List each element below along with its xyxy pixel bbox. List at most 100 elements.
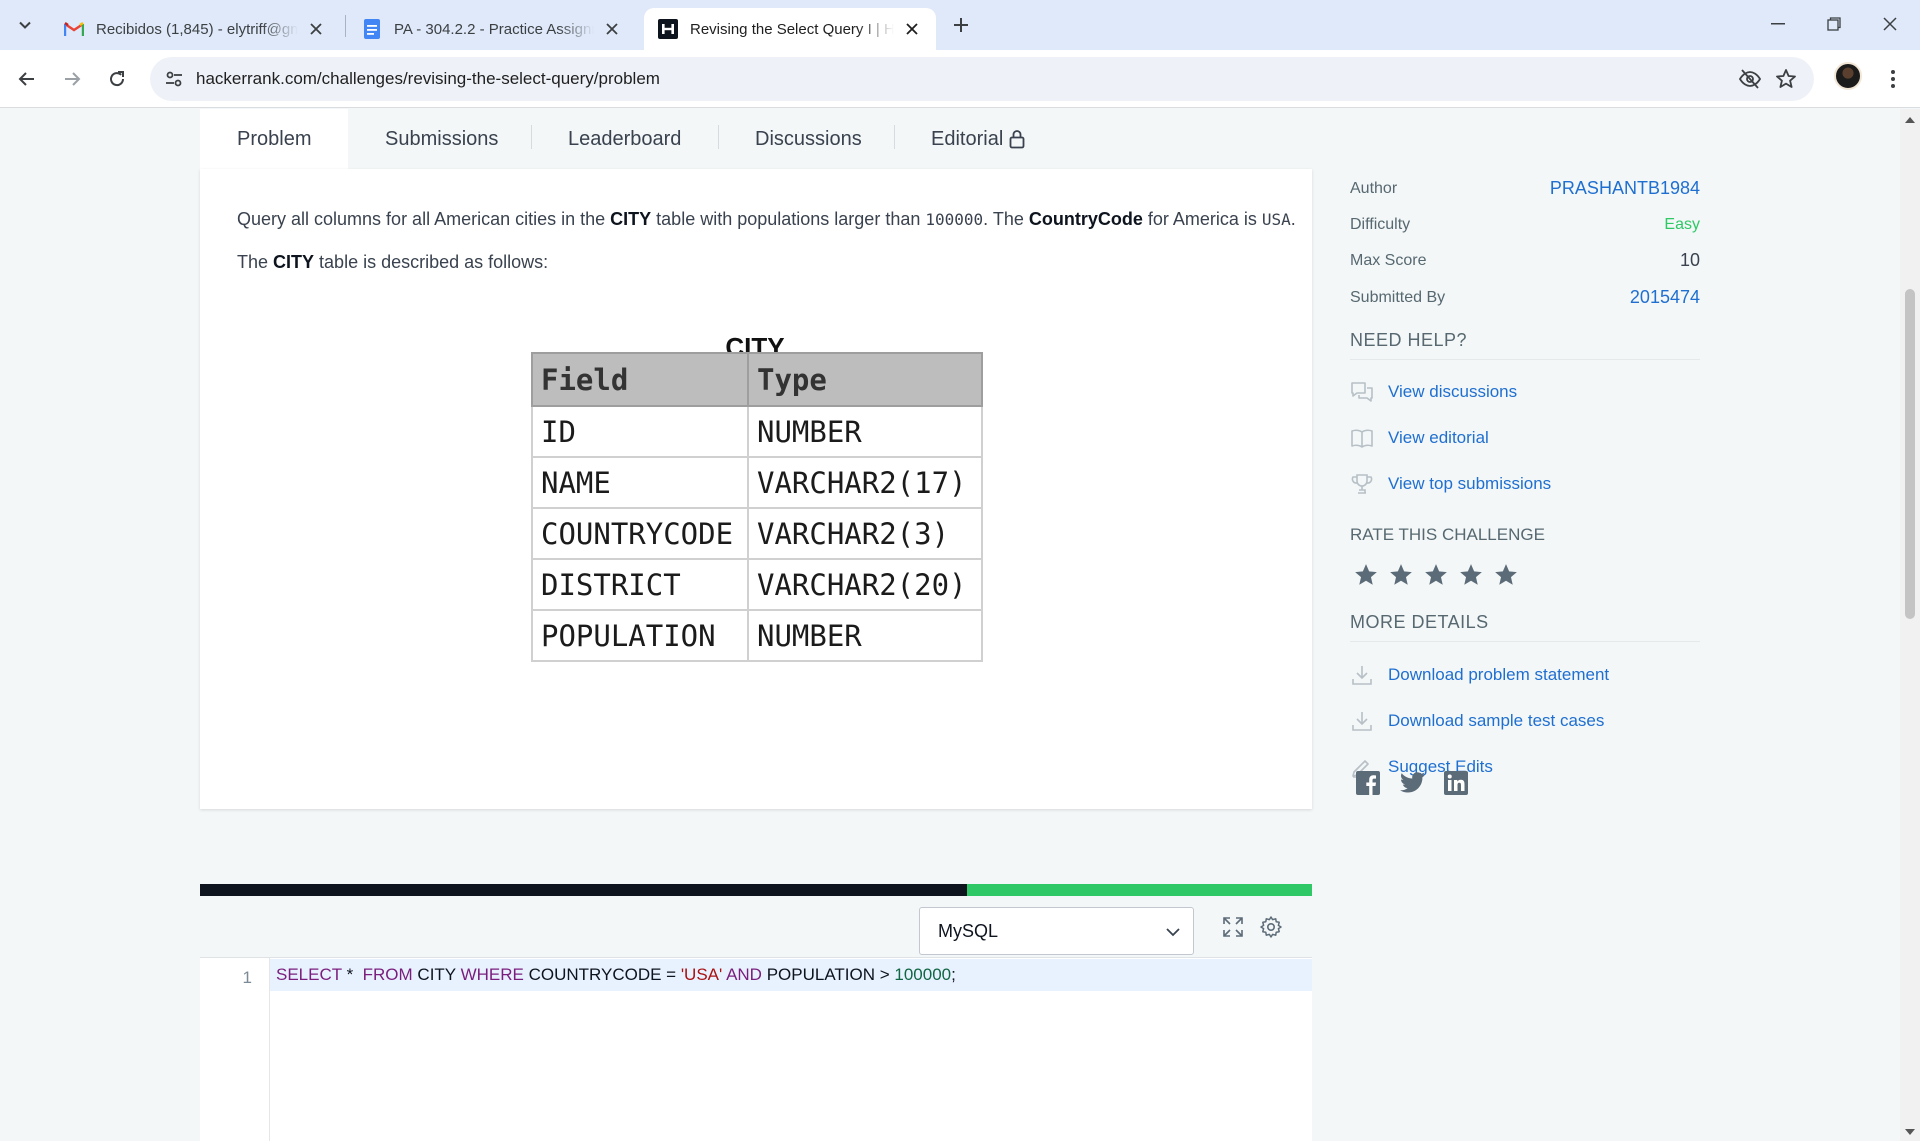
browser-tab-hackerrank[interactable]: Revising the Select Query I | HackerRank xyxy=(644,8,936,50)
star-icon[interactable] xyxy=(1388,560,1423,590)
star-icon[interactable] xyxy=(1458,560,1493,590)
rating-stars xyxy=(1353,560,1528,590)
submitted-by-link[interactable]: 2015474 xyxy=(1630,287,1700,308)
field-cell: ID xyxy=(531,405,749,458)
lock-icon xyxy=(1009,129,1025,149)
docs-icon xyxy=(362,19,382,39)
help-link-label: View editorial xyxy=(1388,428,1489,447)
max-score-value: 10 xyxy=(1679,250,1700,270)
help-link-label: View discussions xyxy=(1388,382,1518,401)
star-icon[interactable] xyxy=(1493,560,1528,590)
browser-tab-gmail[interactable]: Recibidos (1,845) - elytriff@gmail.com xyxy=(50,8,340,50)
forward-arrow-icon[interactable] xyxy=(57,64,87,94)
download-sample-test-cases-link[interactable]: Download sample test cases xyxy=(1350,707,1604,735)
browser-tab-docs[interactable]: PA - 304.2.2 - Practice Assignment xyxy=(348,8,636,50)
author-row: Author PRASHANTB1984 xyxy=(1350,174,1700,204)
tab-separator xyxy=(718,125,719,149)
url-text: hackerrank.com/challenges/revising-the-s… xyxy=(196,69,660,88)
field-cell: POPULATION xyxy=(531,609,749,662)
text: . xyxy=(1290,209,1296,229)
close-tab-icon[interactable] xyxy=(602,19,622,39)
minimize-icon[interactable] xyxy=(1750,0,1806,48)
rate-challenge-heading: RATE THIS CHALLENGE xyxy=(1350,525,1545,544)
profile-avatar[interactable] xyxy=(1834,62,1862,90)
tab-submissions[interactable]: Submissions xyxy=(385,109,498,169)
scroll-up-arrow-icon[interactable] xyxy=(1905,115,1915,125)
more-options-icon[interactable] xyxy=(1880,64,1906,94)
download-icon xyxy=(1350,709,1374,733)
table-row: COUNTRYCODE VARCHAR2(3) xyxy=(531,507,983,560)
star-icon[interactable] xyxy=(1353,560,1388,590)
tab-label: Leaderboard xyxy=(568,127,682,150)
line-gutter: 1 xyxy=(200,958,270,1141)
close-tab-icon[interactable] xyxy=(902,19,922,39)
page-scrollbar[interactable] xyxy=(1900,109,1920,1141)
code-token: COUNTRYCODE = xyxy=(523,965,681,984)
code-token: POPULATION > xyxy=(761,965,895,984)
table-row: DISTRICT VARCHAR2(20) xyxy=(531,558,983,611)
table-name: CITY xyxy=(273,252,315,272)
need-help-heading: NEED HELP? xyxy=(1350,330,1700,360)
text: The xyxy=(237,252,274,272)
meta-label: Max Score xyxy=(1350,252,1427,269)
field-cell: NAME xyxy=(531,456,749,509)
view-top-submissions-link[interactable]: View top submissions xyxy=(1350,470,1551,498)
download-problem-statement-link[interactable]: Download problem statement xyxy=(1350,661,1609,689)
view-discussions-link[interactable]: View discussions xyxy=(1350,378,1517,406)
table-row: NAME VARCHAR2(17) xyxy=(531,456,983,509)
close-tab-icon[interactable] xyxy=(306,19,326,39)
header-cell: Field xyxy=(531,352,749,407)
text: table is described as follows: xyxy=(314,252,549,272)
bookmark-star-icon[interactable] xyxy=(1774,67,1798,91)
type-cell: VARCHAR2(17) xyxy=(747,456,983,509)
text: for America is xyxy=(1142,209,1262,229)
back-arrow-icon[interactable] xyxy=(12,64,42,94)
tab-label: Submissions xyxy=(385,127,499,150)
language-select[interactable]: MySQL xyxy=(919,907,1194,955)
challenge-progress-bar xyxy=(200,884,1312,896)
code-line-active[interactable]: SELECT * FROM CITY WHERE COUNTRYCODE = '… xyxy=(270,959,1312,991)
settings-gear-icon[interactable] xyxy=(1258,914,1284,940)
code-token: ; xyxy=(951,965,956,984)
challenge-tabs: Problem Submissions Leaderboard Discussi… xyxy=(200,109,1312,169)
tab-leaderboard[interactable]: Leaderboard xyxy=(568,109,681,169)
scroll-down-arrow-icon[interactable] xyxy=(1905,1127,1915,1137)
linkedin-icon[interactable] xyxy=(1444,769,1488,797)
tab-separator xyxy=(894,125,895,149)
tab-discussions[interactable]: Discussions xyxy=(755,109,862,169)
tab-problem[interactable]: Problem xyxy=(200,109,348,169)
tab-search-chevron-icon[interactable] xyxy=(12,12,38,38)
trophy-icon xyxy=(1350,472,1374,496)
site-settings-icon[interactable] xyxy=(164,69,184,89)
hackerrank-icon xyxy=(658,19,678,39)
type-cell: NUMBER xyxy=(747,609,983,662)
eye-off-icon[interactable] xyxy=(1738,67,1762,91)
new-tab-icon[interactable] xyxy=(948,12,974,38)
type-cell: VARCHAR2(20) xyxy=(747,558,983,611)
restore-icon[interactable] xyxy=(1806,0,1862,48)
table-row: ID NUMBER xyxy=(531,405,983,458)
author-link[interactable]: PRASHANTB1984 xyxy=(1550,178,1700,199)
column-name: CountryCode xyxy=(1028,209,1143,229)
scroll-thumb[interactable] xyxy=(1905,289,1915,619)
code-token: AND xyxy=(726,965,762,984)
code-text[interactable]: SELECT * FROM CITY WHERE COUNTRYCODE = '… xyxy=(276,965,956,985)
facebook-icon[interactable] xyxy=(1356,769,1400,797)
fullscreen-icon[interactable] xyxy=(1220,914,1246,940)
star-icon[interactable] xyxy=(1423,560,1458,590)
field-cell: DISTRICT xyxy=(531,558,749,611)
tab-title: PA - 304.2.2 - Practice Assignment xyxy=(394,20,594,38)
meta-label: Author xyxy=(1350,180,1398,197)
social-share xyxy=(1356,769,1488,797)
close-window-icon[interactable] xyxy=(1862,0,1918,48)
chat-bubbles-icon xyxy=(1350,380,1374,404)
address-bar[interactable]: hackerrank.com/challenges/revising-the-s… xyxy=(150,57,1814,101)
view-editorial-link[interactable]: View editorial xyxy=(1350,424,1489,452)
difficulty-row: Difficulty Easy xyxy=(1350,210,1700,240)
chevron-down-icon xyxy=(1163,922,1183,942)
progress-fill xyxy=(967,884,1312,896)
tab-editorial[interactable]: Editorial xyxy=(931,109,1025,169)
twitter-icon[interactable] xyxy=(1400,769,1444,797)
reload-icon[interactable] xyxy=(102,64,132,94)
